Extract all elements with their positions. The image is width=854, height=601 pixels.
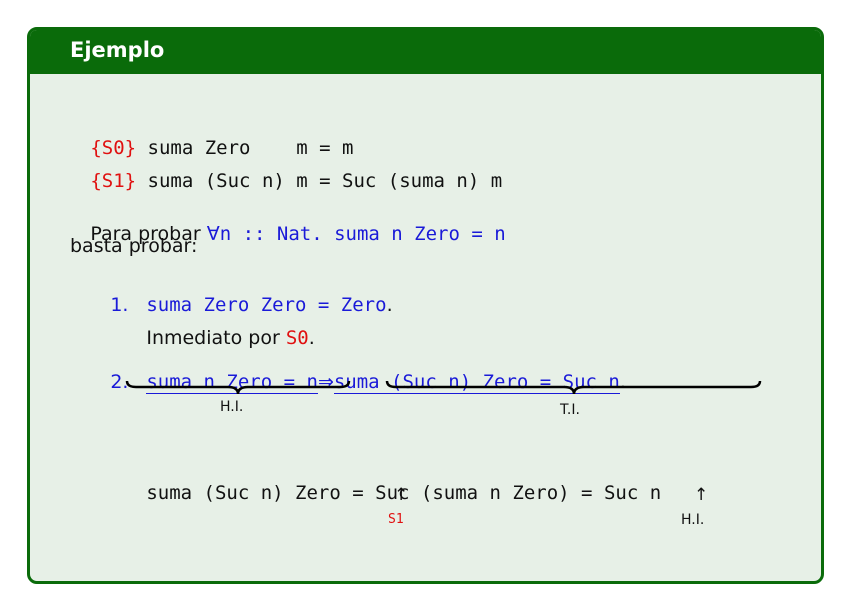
item-end: .: [386, 294, 393, 316]
note-end: .: [308, 327, 315, 349]
rule-s1: {S1} suma (Suc n) m = Suc (suma n) m: [70, 151, 502, 211]
block-title-bar: Ejemplo: [30, 30, 821, 74]
proof-eq2: =: [581, 482, 593, 504]
forall-symbol: ∀: [206, 223, 220, 245]
hi-underbrace: [125, 380, 351, 395]
justification-hi: H.I.: [681, 512, 705, 528]
statement-line2: basta probar:: [70, 235, 198, 257]
proof-part1: suma (Suc n) Zero: [146, 482, 353, 504]
rule-tag: {S1}: [90, 170, 137, 192]
block-title: Ejemplo: [70, 38, 165, 62]
list-item-1: 1.: [90, 275, 128, 335]
example-block: Ejemplo {S0} suma Zero m = m {S1} suma (…: [27, 27, 824, 584]
justification-s1: S1: [388, 512, 404, 527]
proof-eq1: =: [352, 482, 364, 504]
up-arrow-icon: ↑: [694, 485, 709, 505]
up-arrow-icon: ↑: [394, 485, 409, 505]
rule-text: suma (Suc n) m = Suc (suma n) m: [136, 170, 503, 192]
list-item-2: 2.: [90, 352, 128, 412]
proof-part3: Suc n: [592, 482, 662, 504]
note-ref: S0: [285, 327, 309, 349]
ti-label: T.I.: [560, 402, 580, 418]
note-prefix: Inmediato por: [146, 327, 286, 349]
ti-underbrace: [385, 380, 762, 395]
statement-formula: n :: Nat. suma n Zero = n: [219, 223, 506, 245]
hi-label: H.I.: [220, 399, 244, 415]
